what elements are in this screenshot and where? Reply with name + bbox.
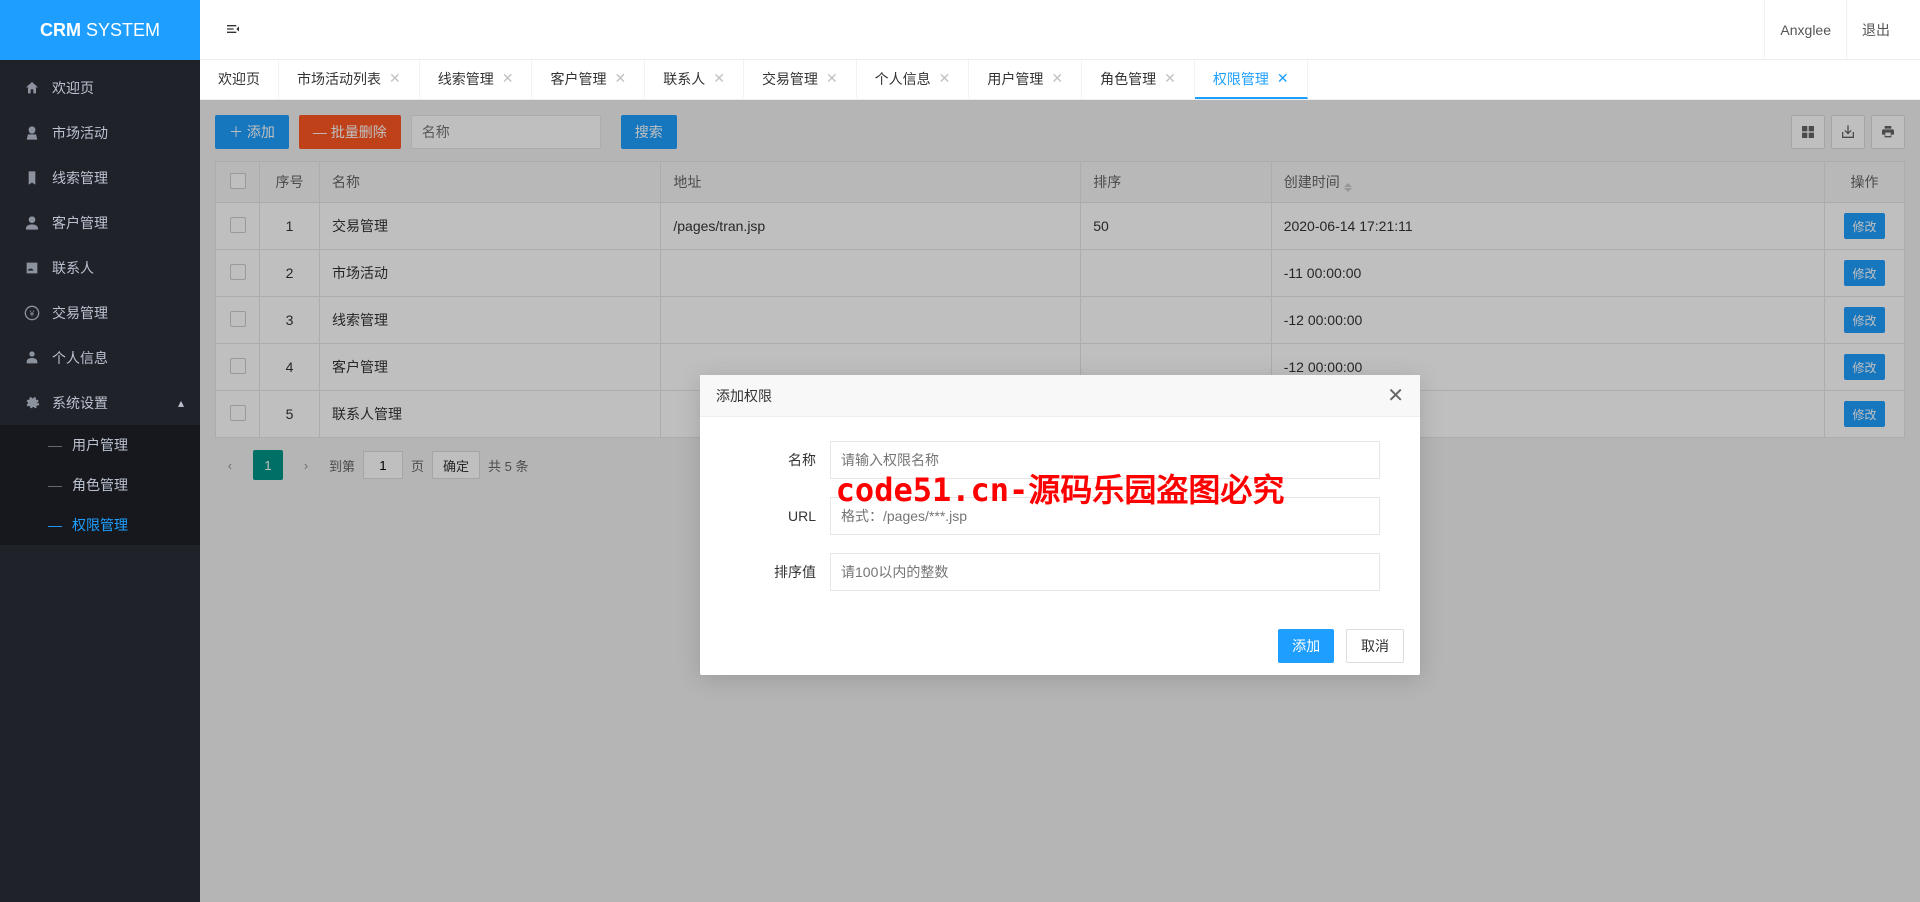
tab-label: 客户管理 xyxy=(550,69,606,89)
sidebar: CRM SYSTEM 欢迎页市场活动线索管理客户管理联系人 ¥ 交易管理个人信息系统… xyxy=(0,0,200,902)
tab-label: 交易管理 xyxy=(762,69,818,89)
tab-label: 用户管理 xyxy=(987,69,1043,89)
deal-icon: ¥ xyxy=(20,305,44,321)
tab-label: 角色管理 xyxy=(1100,69,1156,89)
close-icon[interactable]: ✕ xyxy=(826,70,838,87)
tab-label: 线索管理 xyxy=(438,69,494,89)
modal-cancel-button[interactable]: 取消 xyxy=(1346,629,1404,663)
svg-text:¥: ¥ xyxy=(29,309,35,318)
tab[interactable]: 欢迎页 xyxy=(200,60,279,99)
dash-icon: — xyxy=(48,517,62,533)
tab[interactable]: 联系人 ✕ xyxy=(645,60,744,99)
dash-icon: — xyxy=(48,477,62,493)
sidebar-item-contact[interactable]: 联系人 xyxy=(0,245,200,290)
nav-menu: 欢迎页市场活动线索管理客户管理联系人 ¥ 交易管理个人信息系统设置 ▴ — 用户管理 — 角色… xyxy=(0,60,200,545)
sidebar-item-gear[interactable]: 系统设置 ▴ xyxy=(0,380,200,425)
sidebar-item-profile[interactable]: 个人信息 xyxy=(0,335,200,380)
sidebar-sub-label: 角色管理 xyxy=(72,475,128,495)
sidebar-item-label: 市场活动 xyxy=(52,123,108,143)
tab-label: 个人信息 xyxy=(875,69,931,89)
header-logout[interactable]: 退出 xyxy=(1846,0,1905,60)
sidebar-sub-label: 权限管理 xyxy=(72,515,128,535)
sidebar-item-activity[interactable]: 市场活动 xyxy=(0,110,200,155)
profile-icon xyxy=(20,350,44,366)
modal-title: 添加权限 xyxy=(716,386,772,406)
close-icon[interactable]: ✕ xyxy=(713,70,725,87)
sidebar-sub-item[interactable]: — 角色管理 xyxy=(0,465,200,505)
tab[interactable]: 市场活动列表 ✕ xyxy=(279,60,420,99)
tab-label: 联系人 xyxy=(663,69,705,89)
clue-icon xyxy=(20,170,44,186)
home-icon xyxy=(20,80,44,96)
sidebar-item-user[interactable]: 客户管理 xyxy=(0,200,200,245)
header: Anxglee 退出 xyxy=(200,0,1920,60)
user-icon xyxy=(20,215,44,231)
add-permission-modal: 添加权限 ✕ 名称 URL 排序值 xyxy=(700,375,1420,675)
close-icon[interactable]: ✕ xyxy=(1387,383,1404,408)
close-icon[interactable]: ✕ xyxy=(502,70,514,87)
tab[interactable]: 权限管理 ✕ xyxy=(1195,60,1308,99)
gear-icon xyxy=(20,395,44,411)
contact-icon xyxy=(20,260,44,276)
activity-icon xyxy=(20,125,44,141)
close-icon[interactable]: ✕ xyxy=(1051,70,1063,87)
field-url-input[interactable] xyxy=(830,497,1380,535)
sidebar-item-label: 客户管理 xyxy=(52,213,108,233)
tab[interactable]: 客户管理 ✕ xyxy=(532,60,645,99)
field-sort-input[interactable] xyxy=(830,553,1380,591)
tab[interactable]: 线索管理 ✕ xyxy=(420,60,533,99)
header-username[interactable]: Anxglee xyxy=(1764,0,1846,60)
sidebar-item-label: 个人信息 xyxy=(52,348,108,368)
modal-submit-button[interactable]: 添加 xyxy=(1278,629,1334,663)
tab[interactable]: 用户管理 ✕ xyxy=(969,60,1082,99)
sidebar-item-label: 线索管理 xyxy=(52,168,108,188)
sidebar-item-label: 欢迎页 xyxy=(52,78,94,98)
field-sort-label: 排序值 xyxy=(740,562,830,582)
close-icon[interactable]: ✕ xyxy=(614,70,626,87)
field-name-input[interactable] xyxy=(830,441,1380,479)
content-area: ＋ 添加 — 批量删除 搜索 序号 名称 地址 排序 xyxy=(200,100,1920,902)
close-icon[interactable]: ✕ xyxy=(1277,70,1289,87)
tab-label: 欢迎页 xyxy=(218,69,260,89)
close-icon[interactable]: ✕ xyxy=(939,70,951,87)
tab-bar: 欢迎页市场活动列表✕线索管理✕客户管理✕联系人✕交易管理✕个人信息✕用户管理✕角… xyxy=(200,60,1920,100)
tab[interactable]: 个人信息 ✕ xyxy=(857,60,970,99)
field-name-label: 名称 xyxy=(740,450,830,470)
sidebar-item-label: 联系人 xyxy=(52,258,94,278)
chevron-up-icon: ▴ xyxy=(178,396,184,410)
tab-label: 权限管理 xyxy=(1213,69,1269,89)
sidebar-sub-item[interactable]: — 用户管理 xyxy=(0,425,200,465)
tab-label: 市场活动列表 xyxy=(297,69,381,89)
field-url-label: URL xyxy=(740,508,830,524)
sidebar-item-deal[interactable]: ¥ 交易管理 xyxy=(0,290,200,335)
sidebar-item-home[interactable]: 欢迎页 xyxy=(0,65,200,110)
sidebar-toggle-icon[interactable] xyxy=(215,17,251,42)
sidebar-item-label: 交易管理 xyxy=(52,303,108,323)
sidebar-item-label: 系统设置 xyxy=(52,393,108,413)
dash-icon: — xyxy=(48,437,62,453)
sidebar-item-clue[interactable]: 线索管理 xyxy=(0,155,200,200)
close-icon[interactable]: ✕ xyxy=(1164,70,1176,87)
tab[interactable]: 角色管理 ✕ xyxy=(1082,60,1195,99)
sidebar-sub-item[interactable]: — 权限管理 xyxy=(0,505,200,545)
close-icon[interactable]: ✕ xyxy=(389,70,401,87)
tab[interactable]: 交易管理 ✕ xyxy=(744,60,857,99)
logo: CRM SYSTEM xyxy=(0,0,200,60)
sidebar-sub-label: 用户管理 xyxy=(72,435,128,455)
